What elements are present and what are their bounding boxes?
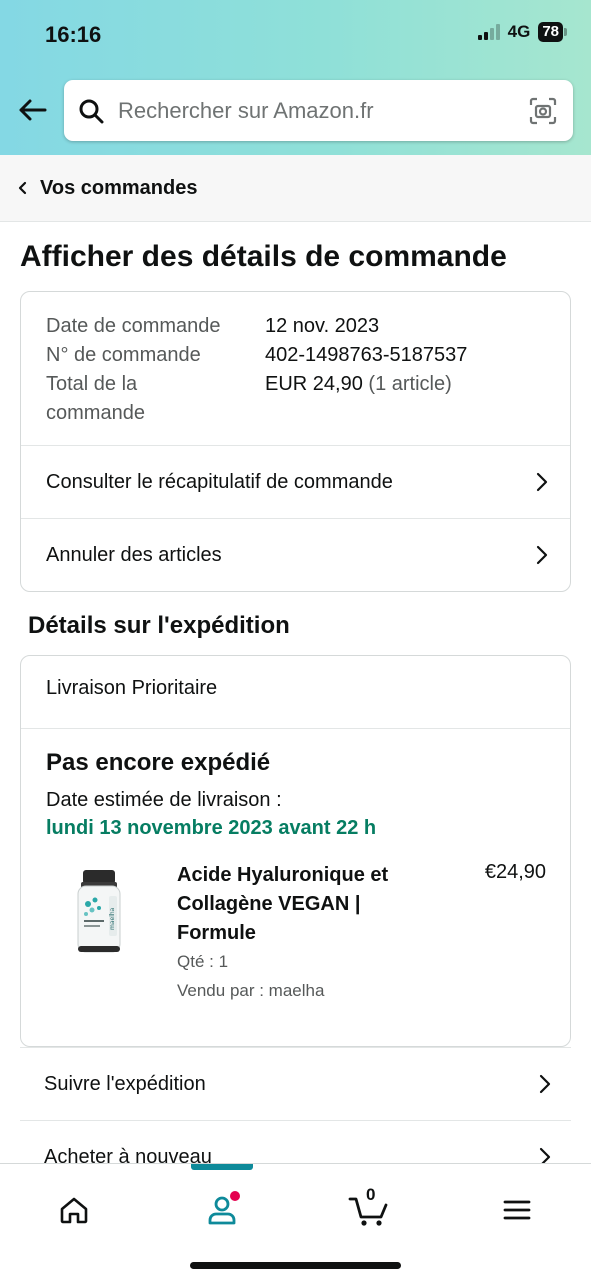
product-price: €24,90 [484,861,546,883]
breadcrumb[interactable]: Vos commandes [0,155,591,222]
product-brand-text: maelha [109,907,116,930]
menu-icon [503,1200,531,1220]
order-number-value: 402-1498763-5187537 [265,344,468,366]
shipment-card: Livraison Prioritaire Pas encore expédié… [20,655,571,1047]
active-tab-indicator [191,1164,253,1170]
chevron-right-icon [536,544,550,566]
breadcrumb-label[interactable]: Vos commandes [40,177,197,200]
cancel-items-link[interactable]: Annuler des articles [21,518,570,591]
order-summary-card: Date de commande 12 nov. 2023 N° de comm… [20,291,571,592]
product-seller: Vendu par : maelha [177,981,325,1000]
battery-level: 78 [538,22,563,42]
product-image[interactable]: maelha [73,868,125,956]
network-type: 4G [507,22,531,41]
tab-menu[interactable] [489,1182,545,1238]
chevron-left-icon [18,181,32,195]
order-info: Date de commande 12 nov. 2023 N° de comm… [46,312,467,428]
product-quantity: Qté : 1 [177,952,229,971]
order-total-label: Total de la commande [46,373,145,424]
tab-account[interactable] [194,1182,250,1238]
order-date-label: Date de commande [46,315,221,337]
cart-count: 0 [366,1185,376,1204]
product-name[interactable]: Acide Hyaluronique et Collagène VEGAN | … [177,861,417,948]
notification-dot [230,1191,240,1201]
search-input[interactable]: Rechercher sur Amazon.fr [118,98,529,124]
view-order-summary-label: Consulter le récapitulatif de commande [46,470,393,493]
signal-icon [477,24,500,40]
delivery-estimate-label: Date estimée de livraison : [46,789,282,811]
delivery-type: Livraison Prioritaire [46,677,218,699]
cancel-items-label: Annuler des articles [46,543,222,566]
status-indicators: 4G 78 [477,22,567,42]
search-bar[interactable]: Rechercher sur Amazon.fr [64,80,573,141]
search-icon [78,97,106,125]
tab-cart[interactable]: 0 [342,1182,398,1238]
page-title: Afficher des détails de commande [20,240,507,273]
status-time: 16:16 [45,22,102,47]
delivery-estimate-date: lundi 13 novembre 2023 avant 22 h [46,817,377,839]
order-total-value: EUR 24,90 (1 article) [265,373,452,395]
track-shipment-link[interactable]: Suivre l'expédition [20,1047,571,1120]
order-item-count: (1 article) [368,373,452,395]
back-arrow-icon[interactable] [14,92,50,128]
bottom-tab-bar: 0 [0,1163,591,1280]
tab-home[interactable] [46,1182,102,1238]
battery-icon: 78 [538,22,567,42]
divider [21,728,570,729]
view-order-summary-link[interactable]: Consulter le récapitulatif de commande [21,445,570,518]
camera-scan-icon[interactable] [529,97,557,125]
shipment-status: Pas encore expédié [46,749,271,776]
track-shipment-label: Suivre l'expédition [44,1072,206,1095]
order-date-value: 12 nov. 2023 [265,315,380,337]
chevron-right-icon [536,471,550,493]
chevron-right-icon [539,1073,553,1095]
shipment-section-title: Détails sur l'expédition [28,612,290,639]
home-icon [60,1197,88,1224]
top-header: 16:16 4G 78 Rechercher sur Amazon.fr [0,0,591,155]
order-number-label: N° de commande [46,344,201,366]
home-indicator [190,1262,401,1269]
